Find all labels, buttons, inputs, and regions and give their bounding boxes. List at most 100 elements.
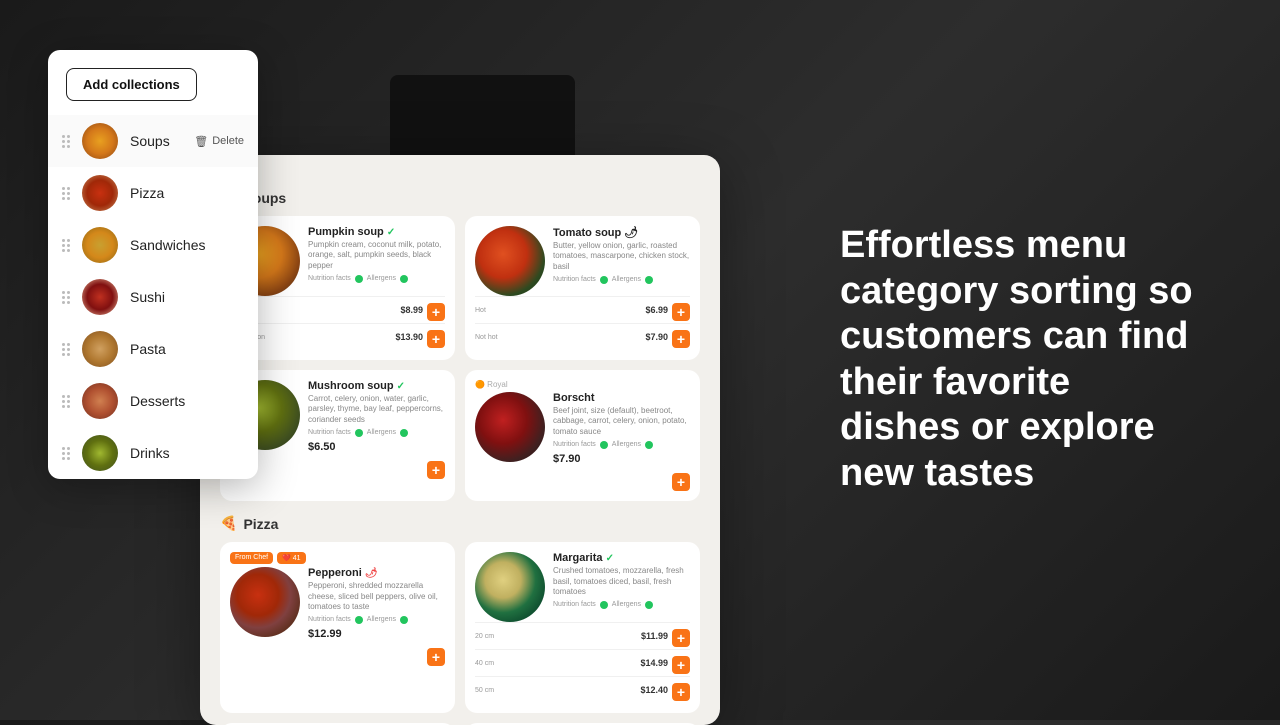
mushroom-soup-desc: Carrot, celery, onion, water, garlic, pa… bbox=[308, 394, 445, 425]
category-list: Soups 🗑 Delete Pizza Sandwiches bbox=[48, 115, 258, 479]
delete-button-soups[interactable]: 🗑 Delete bbox=[194, 135, 244, 148]
pumpkin-soup-desc: Pumpkin cream, coconut milk, potato, ora… bbox=[308, 240, 445, 271]
tomato-allergens-dot bbox=[645, 276, 653, 284]
borscht-add-button[interactable]: + bbox=[672, 473, 690, 491]
tomato-add-hot-button[interactable]: + bbox=[672, 303, 690, 321]
tomato-price-hot: Hot $6.99 + bbox=[475, 296, 690, 323]
borscht-allergens-tag: Allergens bbox=[612, 441, 641, 449]
drag-handle-sushi[interactable] bbox=[62, 291, 70, 304]
mushroom-allergens-tag: Allergens bbox=[367, 429, 396, 437]
tomato-add-nothot-button[interactable]: + bbox=[672, 330, 690, 348]
margarita-allergens-dot bbox=[645, 601, 653, 609]
borscht-name: Borscht bbox=[553, 392, 690, 404]
pepperoni-add-button[interactable]: + bbox=[427, 648, 445, 666]
drag-handle-desserts[interactable] bbox=[62, 395, 70, 408]
pepperoni-desc: Pepperoni, shredded mozzarella cheese, s… bbox=[308, 581, 445, 612]
sidebar-item-soups[interactable]: Soups 🗑 Delete bbox=[48, 115, 258, 167]
pumpkin-add-default-button[interactable]: + bbox=[427, 303, 445, 321]
margarita-add-40-button[interactable]: + bbox=[672, 656, 690, 674]
pepperoni-image bbox=[230, 567, 300, 637]
sidebar-item-pizza[interactable]: Pizza bbox=[48, 167, 258, 219]
pepperoni-name: Pepperoni 🌶 bbox=[308, 567, 445, 579]
category-image-sandwiches bbox=[82, 227, 118, 263]
pizza-grid: From Chef ❤️ 41 Pepperoni 🌶 Pepperoni, s… bbox=[220, 542, 700, 725]
margarita-nutrition-tag: Nutrition facts bbox=[553, 601, 596, 609]
sidebar-item-drinks[interactable]: Drinks bbox=[48, 427, 258, 479]
drag-handle-pasta[interactable] bbox=[62, 343, 70, 356]
category-label-sushi: Sushi bbox=[130, 289, 244, 305]
section-soups: 🥣 Soups bbox=[220, 189, 700, 206]
margarita-add-20-button[interactable]: + bbox=[672, 629, 690, 647]
category-image-drinks bbox=[82, 435, 118, 471]
pumpkin-price-default: Default $8.99 + bbox=[230, 296, 445, 323]
pepperoni-nutrition-dot bbox=[355, 616, 363, 624]
menu-panel: 🥣 Soups Pumpkin soup ✓ Pumpkin cream, co… bbox=[200, 155, 720, 725]
pumpkin-price-bacon: With bacon $13.90 + bbox=[230, 323, 445, 350]
mushroom-soup-name: Mushroom soup ✓ bbox=[308, 380, 445, 392]
borscht-nutrition-dot bbox=[600, 441, 608, 449]
margarita-allergens-tag: Allergens bbox=[612, 601, 641, 609]
margarita-nutrition-dot bbox=[600, 601, 608, 609]
tomato-allergens-tag: Allergens bbox=[612, 276, 641, 284]
category-image-sushi bbox=[82, 279, 118, 315]
tomato-nutrition-dot bbox=[600, 276, 608, 284]
category-image-desserts bbox=[82, 383, 118, 419]
pepperoni-allergens-dot bbox=[400, 616, 408, 624]
pepperoni-price: $12.99 bbox=[308, 628, 445, 640]
mushroom-add-button[interactable]: + bbox=[427, 461, 445, 479]
pepperoni-card: From Chef ❤️ 41 Pepperoni 🌶 Pepperoni, s… bbox=[220, 542, 455, 713]
margarita-image bbox=[475, 552, 545, 622]
borscht-image bbox=[475, 392, 545, 462]
drag-handle-sandwiches[interactable] bbox=[62, 239, 70, 252]
right-headline: Effortless menu category sorting so cust… bbox=[840, 223, 1200, 497]
liked-badge: ❤️ 41 bbox=[277, 552, 305, 564]
pumpkin-add-bacon-button[interactable]: + bbox=[427, 330, 445, 348]
tomato-soup-desc: Butter, yellow onion, garlic, roasted to… bbox=[553, 241, 690, 272]
category-label-sandwiches: Sandwiches bbox=[130, 237, 244, 253]
mushroom-nutrition-tag: Nutrition facts bbox=[308, 429, 351, 437]
tomato-price-nothot: Not hot $7.90 + bbox=[475, 323, 690, 350]
category-image-pizza bbox=[82, 175, 118, 211]
borscht-badge: 🟠 Royal bbox=[475, 380, 690, 389]
add-collections-button[interactable]: Add collections bbox=[66, 68, 197, 101]
pepperoni-allergens-tag: Allergens bbox=[367, 616, 396, 624]
pumpkin-nutrition-tag: Nutrition facts bbox=[308, 275, 351, 283]
margarita-price-40: 40 cm $14.99 + bbox=[475, 649, 690, 676]
drag-handle-pizza[interactable] bbox=[62, 187, 70, 200]
borscht-price: $7.90 bbox=[553, 453, 690, 465]
borscht-nutrition-tag: Nutrition facts bbox=[553, 441, 596, 449]
borscht-allergens-dot bbox=[645, 441, 653, 449]
margarita-add-50-button[interactable]: + bbox=[672, 683, 690, 701]
pumpkin-allergens-dot bbox=[400, 275, 408, 283]
mushroom-price: $6.50 bbox=[308, 441, 445, 453]
margarita-name: Margarita ✓ bbox=[553, 552, 690, 564]
pizza-label: Pizza bbox=[243, 516, 278, 532]
category-label-pasta: Pasta bbox=[130, 341, 244, 357]
mushroom-allergens-dot bbox=[400, 429, 408, 437]
left-panel: Add collections Soups 🗑 Delete Pizza bbox=[48, 50, 258, 479]
soups-grid: Pumpkin soup ✓ Pumpkin cream, coconut mi… bbox=[220, 216, 700, 501]
sidebar-item-sushi[interactable]: Sushi bbox=[48, 271, 258, 323]
category-label-desserts: Desserts bbox=[130, 393, 244, 409]
pumpkin-soup-name: Pumpkin soup ✓ bbox=[308, 226, 445, 238]
right-text-block: Effortless menu category sorting so cust… bbox=[840, 223, 1200, 497]
drag-handle-drinks[interactable] bbox=[62, 447, 70, 460]
borscht-desc: Beef joint, size (default), beetroot, ca… bbox=[553, 406, 690, 437]
sidebar-item-sandwiches[interactable]: Sandwiches bbox=[48, 219, 258, 271]
pumpkin-allergens-tag: Allergens bbox=[367, 275, 396, 283]
category-label-pizza: Pizza bbox=[130, 185, 244, 201]
sidebar-item-desserts[interactable]: Desserts bbox=[48, 375, 258, 427]
sidebar-item-pasta[interactable]: Pasta bbox=[48, 323, 258, 375]
tomato-nutrition-tag: Nutrition facts bbox=[553, 276, 596, 284]
category-label-soups: Soups bbox=[130, 133, 182, 149]
borscht-card: 🟠 Royal Borscht Beef joint, size (defaul… bbox=[465, 370, 700, 501]
category-image-soups bbox=[82, 123, 118, 159]
drag-handle-soups[interactable] bbox=[62, 135, 70, 148]
section-pizza: 🍕 Pizza bbox=[220, 515, 700, 532]
category-image-pasta bbox=[82, 331, 118, 367]
category-label-drinks: Drinks bbox=[130, 445, 244, 461]
from-chef-badge: From Chef bbox=[230, 552, 273, 564]
margarita-price-20: 20 cm $11.99 + bbox=[475, 622, 690, 649]
pizza-emoji: 🍕 bbox=[220, 515, 237, 532]
tomato-soup-card: Tomato soup 🌶 Butter, yellow onion, garl… bbox=[465, 216, 700, 360]
